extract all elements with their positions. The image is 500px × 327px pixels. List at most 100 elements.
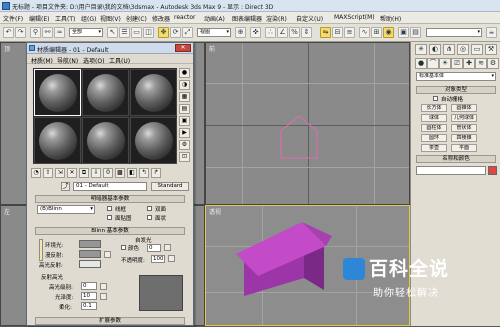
utilities-tab-icon[interactable]: ⚒ <box>485 44 497 55</box>
viewport-front[interactable]: 前 <box>205 42 410 205</box>
name-color-header[interactable]: 名称和颜色 <box>416 155 496 163</box>
render-setup-icon[interactable]: ▣ <box>398 27 409 38</box>
menu-customize[interactable]: 自定义(U) <box>296 14 323 23</box>
geosphere-button[interactable]: 几何球体 <box>451 114 477 122</box>
object-color-swatch[interactable] <box>488 166 497 175</box>
put-to-scene-icon[interactable]: ⇧ <box>43 168 53 178</box>
rectangular-selection-icon[interactable]: ▭ <box>131 27 142 38</box>
select-manipulate-icon[interactable]: ✜ <box>250 27 261 38</box>
select-by-material-icon[interactable]: ⊡ <box>179 152 190 162</box>
undo-icon[interactable]: ↶ <box>3 27 14 38</box>
sample-slot[interactable] <box>82 117 129 164</box>
cone-button[interactable]: 圆锥体 <box>451 104 477 112</box>
box-button[interactable]: 长方体 <box>421 104 447 112</box>
snap-toggle-icon[interactable]: ∴ <box>265 27 276 38</box>
plane-button[interactable]: 平面 <box>451 144 477 152</box>
select-link-icon[interactable]: ⚲ <box>30 27 41 38</box>
show-end-result-icon[interactable]: ◧ <box>127 168 137 178</box>
pivot-center-icon[interactable]: ⊕ <box>235 27 246 38</box>
menu-navigation[interactable]: 导航(N) <box>57 56 78 65</box>
category-dropdown[interactable]: 标准基本体 ▾ <box>416 72 496 81</box>
sample-slot[interactable] <box>82 69 129 116</box>
helpers-icon[interactable]: ✚ <box>463 58 475 69</box>
video-check-icon[interactable]: ▣ <box>179 116 190 126</box>
glossiness-map-button[interactable] <box>100 293 107 300</box>
ambient-color-swatch[interactable] <box>79 240 101 248</box>
select-by-name-icon[interactable]: ☰ <box>119 27 130 38</box>
menu-edit[interactable]: 编辑(E) <box>29 14 49 23</box>
diffuse-map-button[interactable] <box>104 251 111 258</box>
curve-editor-icon[interactable]: ∿ <box>359 27 370 38</box>
wire-checkbox[interactable] <box>107 206 112 211</box>
menu-views[interactable]: 视图(V) <box>100 14 121 23</box>
percent-snap-icon[interactable]: % <box>289 27 300 38</box>
self-illum-value-field[interactable]: 0 <box>147 244 161 252</box>
align-icon[interactable]: ⊟ <box>332 27 343 38</box>
specular-level-field[interactable]: 0 <box>81 282 97 290</box>
schematic-view-icon[interactable]: ⊞ <box>371 27 382 38</box>
geometry-icon[interactable]: ● <box>415 58 427 69</box>
render-frame-icon[interactable]: ▤ <box>410 27 421 38</box>
modify-tab-icon[interactable]: ◐ <box>429 44 441 55</box>
diffuse-color-swatch[interactable] <box>79 250 101 258</box>
sample-type-icon[interactable]: ● <box>179 68 190 78</box>
lock-ambient-diffuse-icon[interactable] <box>39 239 43 261</box>
cameras-icon[interactable]: ⎚ <box>451 58 463 69</box>
menu-tools[interactable]: 工具(T) <box>55 14 75 23</box>
menu-group[interactable]: 组(G) <box>81 14 96 23</box>
lights-icon[interactable]: ☀ <box>439 58 451 69</box>
window-crossing-icon[interactable]: ◫ <box>143 27 154 38</box>
bind-space-warp-icon[interactable]: ≈ <box>54 27 65 38</box>
menu-modifiers[interactable]: 修改器 <box>152 14 170 23</box>
select-object-icon[interactable]: ↖ <box>107 27 118 38</box>
glossiness-field[interactable]: 10 <box>81 292 97 300</box>
autogrid-checkbox[interactable] <box>433 96 438 101</box>
shapes-icon[interactable]: ⌒ <box>427 58 439 69</box>
angle-snap-icon[interactable]: ∠ <box>277 27 288 38</box>
viewport-top-label[interactable]: 顶 <box>4 44 10 53</box>
material-name-field[interactable]: 01 - Default <box>73 182 147 191</box>
material-type-button[interactable]: Standard <box>151 182 189 191</box>
quick-render-icon[interactable]: ☕ <box>486 27 497 38</box>
options-icon[interactable]: ⚙ <box>179 140 190 150</box>
uv-tiling-icon[interactable]: ▤ <box>179 104 190 114</box>
spinner-snap-icon[interactable]: ⇕ <box>301 27 312 38</box>
opacity-field[interactable]: 100 <box>151 255 165 263</box>
background-icon[interactable]: ▦ <box>179 92 190 102</box>
faceted-checkbox[interactable] <box>147 215 152 220</box>
menu-reactor[interactable]: reactor <box>174 14 196 21</box>
face-map-checkbox[interactable] <box>107 215 112 220</box>
show-map-in-viewport-icon[interactable]: ▩ <box>115 168 125 178</box>
menu-animation[interactable]: 动画(A) <box>204 14 225 23</box>
menu-options[interactable]: 选项(O) <box>83 56 104 65</box>
menu-file[interactable]: 文件(F) <box>3 14 23 23</box>
unlink-icon[interactable]: ⚯ <box>42 27 53 38</box>
specular-level-map-button[interactable] <box>100 283 107 290</box>
sample-slot[interactable] <box>34 69 81 116</box>
backlight-icon[interactable]: ◑ <box>179 80 190 90</box>
material-effects-channel-icon[interactable]: 0 <box>103 168 113 178</box>
self-illum-map-button[interactable] <box>164 244 171 251</box>
hierarchy-tab-icon[interactable]: ⋔ <box>443 44 455 55</box>
shader-basic-rollout-header[interactable]: 明暗器基本参数 <box>35 195 185 203</box>
menu-material[interactable]: 材质(M) <box>31 56 53 65</box>
menu-maxscript[interactable]: MAXScript(M) <box>334 14 375 21</box>
close-icon[interactable]: ✕ <box>175 44 191 52</box>
sample-slot[interactable] <box>130 117 177 164</box>
opacity-map-button[interactable] <box>168 255 175 262</box>
space-warps-icon[interactable]: ≋ <box>475 58 487 69</box>
go-forward-sibling-icon[interactable]: ↱ <box>151 168 161 178</box>
extended-params-rollout-header[interactable]: 扩展参数 <box>35 317 185 325</box>
systems-icon[interactable]: ⚙ <box>487 58 499 69</box>
two-sided-checkbox[interactable] <box>147 206 152 211</box>
assign-to-selection-icon[interactable]: ⇲ <box>55 168 65 178</box>
select-rotate-icon[interactable]: ⟳ <box>170 27 181 38</box>
self-illum-color-checkbox[interactable] <box>121 245 126 250</box>
menu-help[interactable]: 帮助(H) <box>380 14 401 23</box>
object-type-header[interactable]: 对象类型 <box>416 86 496 94</box>
render-preset-dropdown[interactable]: ▾ <box>426 28 482 37</box>
viewport-front-label[interactable]: 前 <box>209 44 215 53</box>
reset-map-icon[interactable]: ✕ <box>67 168 77 178</box>
display-tab-icon[interactable]: ▭ <box>471 44 483 55</box>
menu-rendering[interactable]: 渲染(R) <box>266 14 287 23</box>
